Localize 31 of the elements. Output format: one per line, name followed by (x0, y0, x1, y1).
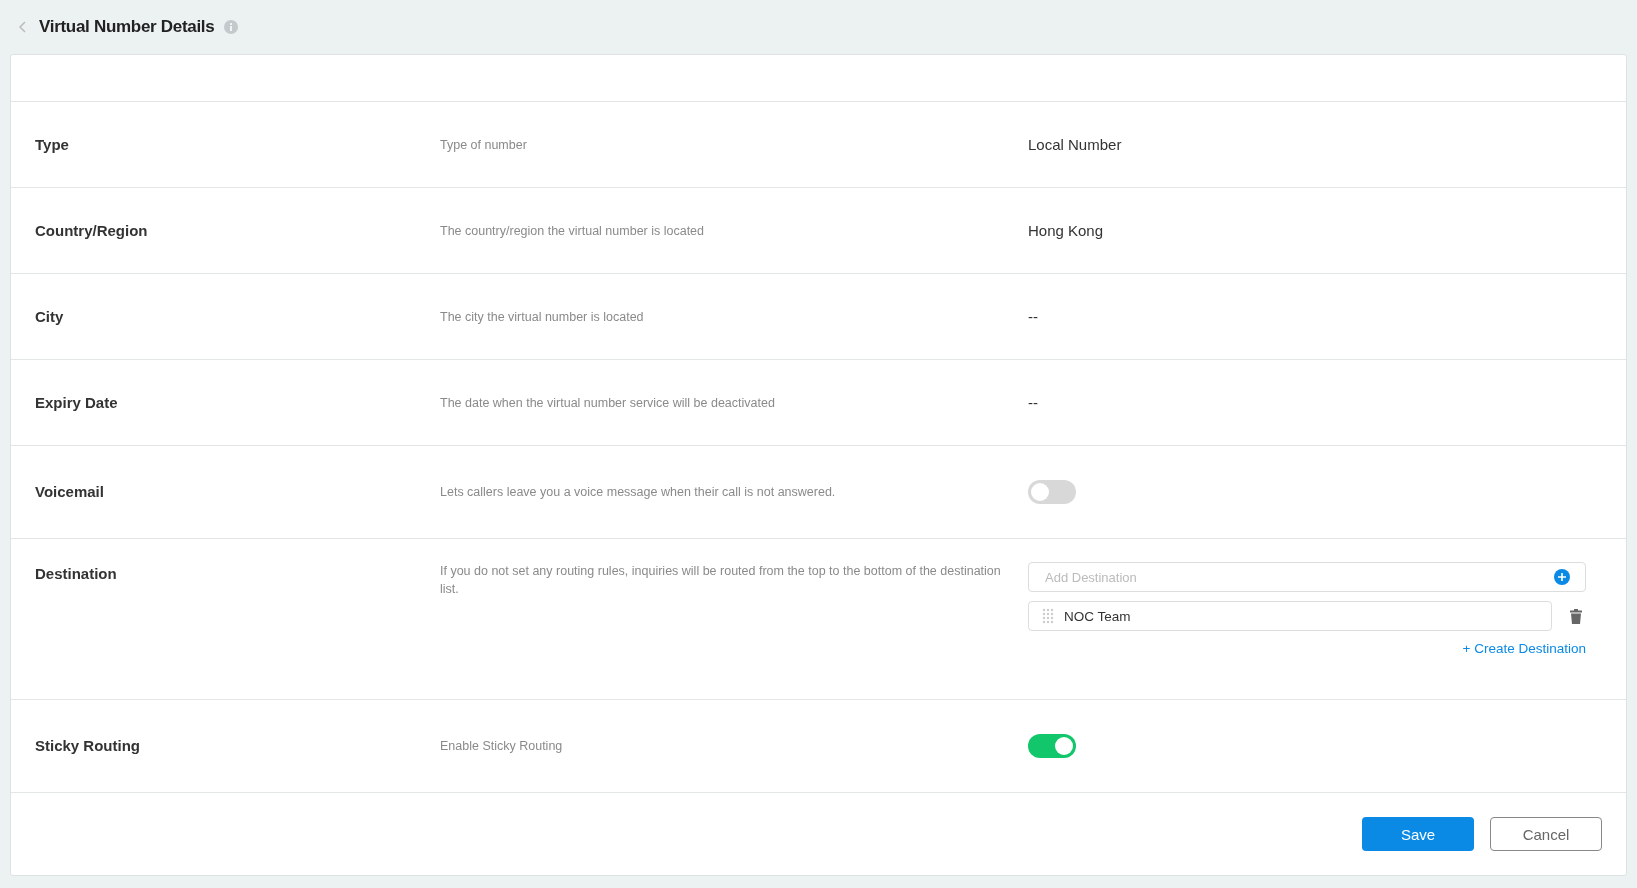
field-description: If you do not set any routing rules, inquiries will be routed from the top to the bottom of the destination list. (440, 563, 1002, 598)
field-label: Expiry Date (35, 393, 118, 411)
field-description: Lets callers leave you a voice message when their call is not answered. (440, 484, 837, 501)
destination-item[interactable]: NOC Team (1028, 601, 1552, 631)
field-value: Hong Kong (1028, 221, 1104, 239)
field-description: The date when the virtual number service will be deactivated (440, 394, 776, 412)
add-destination-field[interactable]: Add Destination (1028, 562, 1586, 592)
info-icon[interactable] (224, 20, 239, 34)
save-button[interactable]: Save (1362, 817, 1474, 851)
toggle-switch[interactable] (1028, 480, 1076, 504)
add-icon[interactable] (1554, 569, 1570, 585)
field-value: -- (1028, 393, 1038, 411)
drag-handle-icon[interactable] (1042, 608, 1054, 624)
field-value: Local Number (1028, 135, 1122, 153)
field-description: The country/region the virtual number is located (440, 222, 706, 240)
field-label: Sticky Routing (35, 737, 140, 754)
field-label: City (35, 307, 64, 325)
cancel-button[interactable]: Cancel (1490, 817, 1602, 851)
field-label: Destination (35, 565, 117, 582)
field-label: Voicemail (35, 483, 104, 500)
trash-icon[interactable] (1570, 608, 1582, 624)
page-title: Virtual Number Details (39, 17, 215, 37)
back-icon[interactable] (19, 21, 27, 33)
field-label: Type (35, 135, 69, 153)
field-description: The city the virtual number is located (440, 308, 645, 326)
field-description: Type of number (440, 136, 528, 154)
field-value: -- (1028, 307, 1038, 325)
field-description: Enable Sticky Routing (440, 738, 564, 755)
toggle-switch[interactable] (1028, 734, 1076, 758)
field-label: Country/Region (35, 221, 148, 239)
create-destination-link[interactable]: + Create Destination (1462, 641, 1586, 656)
